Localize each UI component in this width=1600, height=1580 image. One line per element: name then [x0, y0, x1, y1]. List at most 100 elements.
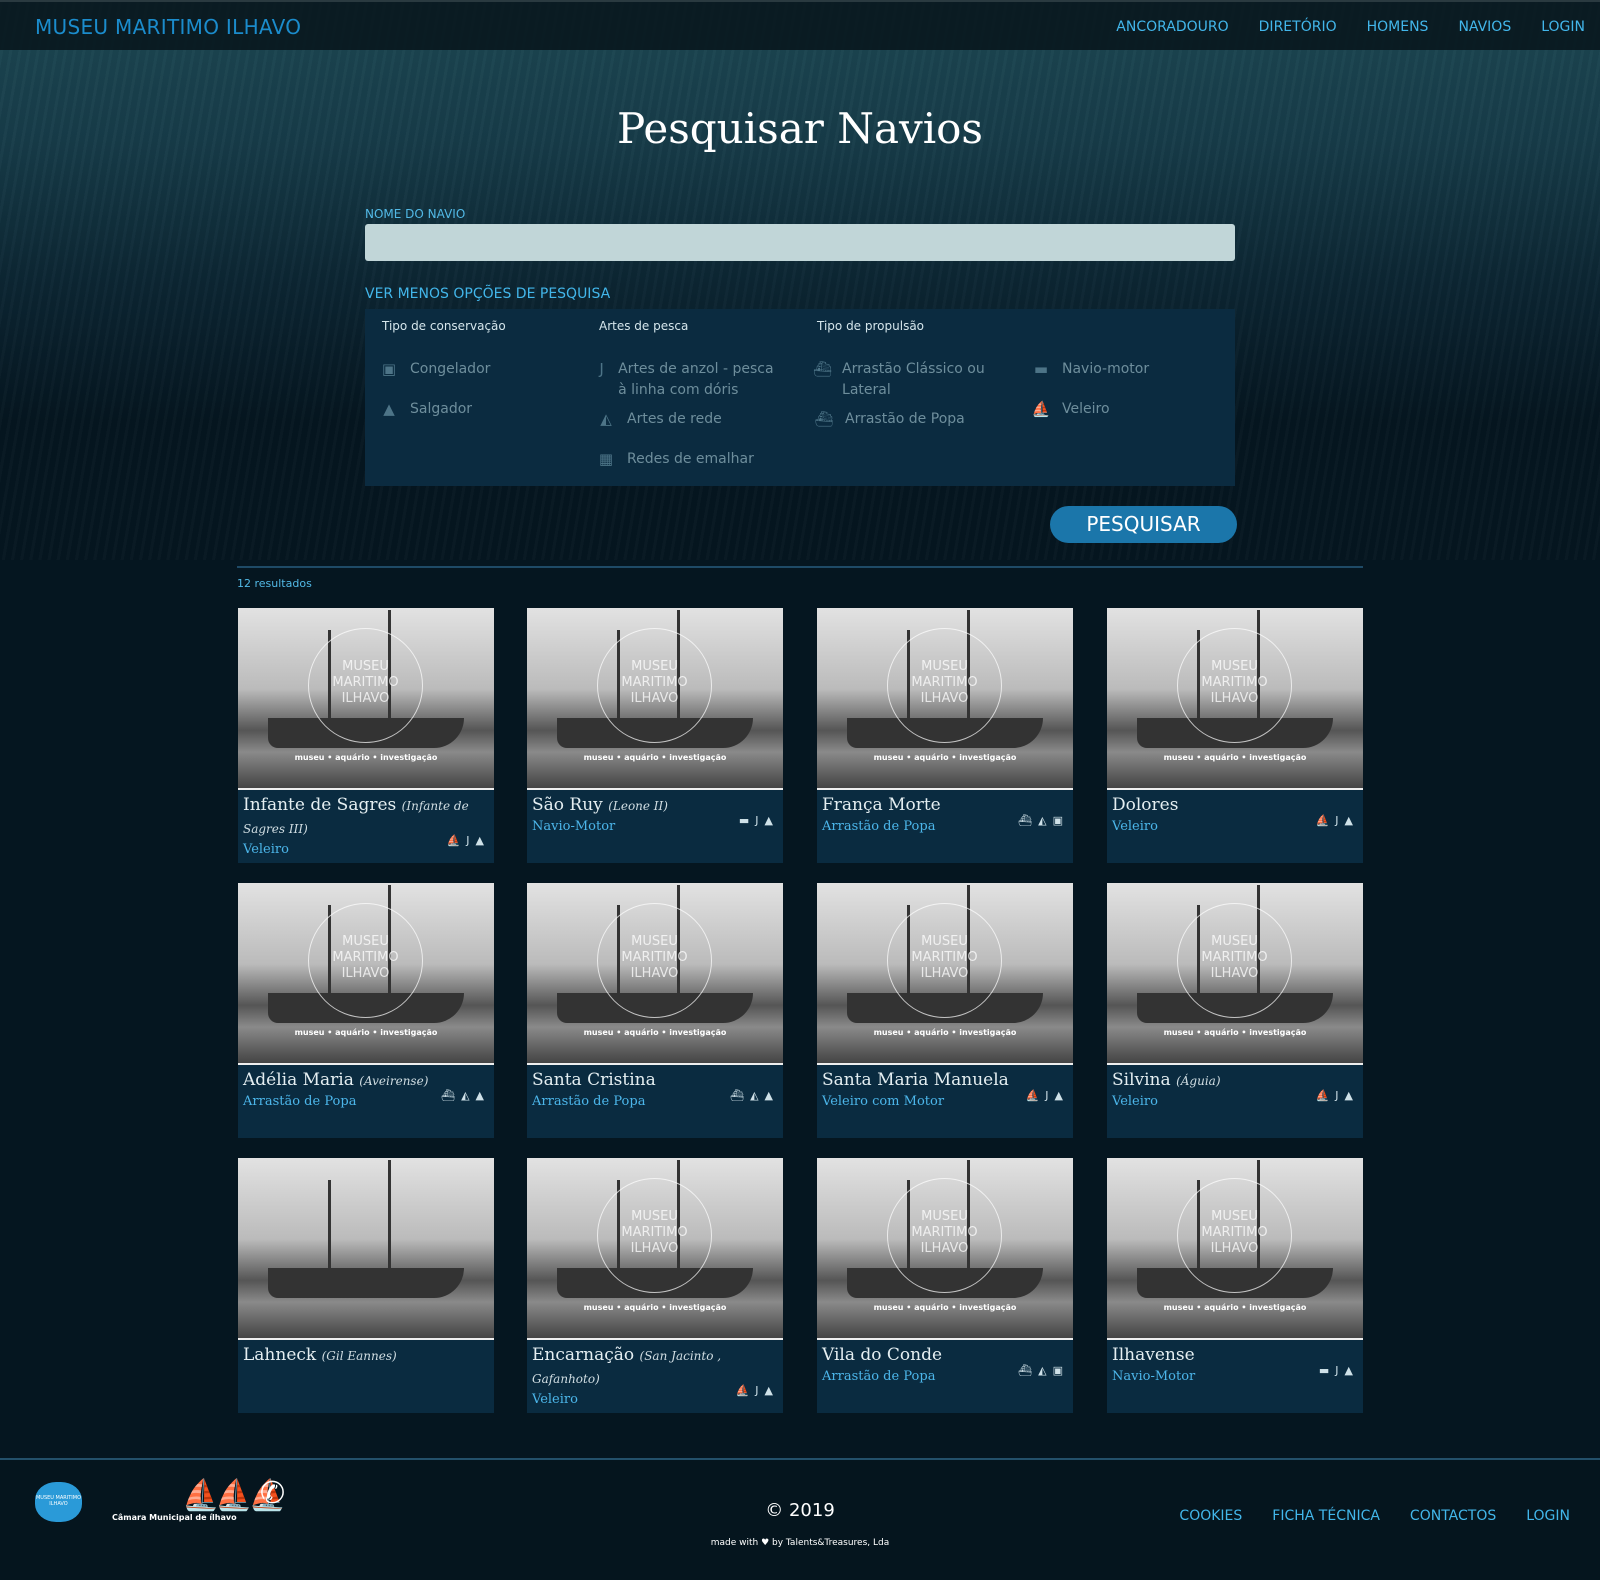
hook-icon: J	[1335, 814, 1345, 827]
ship-card[interactable]: MUSEU MARITIMO ILHAVO museu • aquário • …	[238, 883, 494, 1138]
ship-hull	[268, 1268, 464, 1298]
footer-login[interactable]: LOGIN	[1526, 1508, 1570, 1524]
nav-navios[interactable]: NAVIOS	[1458, 19, 1511, 35]
ship-icons: ▬J▲	[1319, 1364, 1359, 1377]
salt-icon: ▲	[383, 400, 395, 418]
ship-photo	[238, 1158, 494, 1340]
ship-name: Santa Cristina	[532, 1070, 656, 1090]
ship-photo: MUSEU MARITIMO ILHAVO museu • aquário • …	[238, 608, 494, 790]
ship-card[interactable]: MUSEU MARITIMO ILHAVO museu • aquário • …	[817, 883, 1073, 1138]
ship-photo: MUSEU MARITIMO ILHAVO museu • aquário • …	[527, 608, 783, 790]
top-navbar: MUSEU MARITIMO ILHAVO ANCORADOURO DIRETÓ…	[0, 0, 1600, 50]
watermark-caption: museu • aquário • investigação	[873, 1028, 1017, 1037]
freezer-icon: ▣	[1052, 1364, 1069, 1377]
salt-icon: ▲	[1344, 814, 1359, 827]
ship-name: Ilhavense	[1112, 1345, 1195, 1365]
sailboat-icon: ⛵	[735, 1384, 756, 1397]
stern-trawler-icon: ⛴	[1018, 1364, 1039, 1377]
hook-icon: J	[466, 834, 476, 847]
ship-name-input[interactable]	[365, 224, 1235, 261]
gillnet-icon: ▦	[598, 450, 614, 468]
nav-login[interactable]: LOGIN	[1541, 19, 1585, 35]
footer-nav: COOKIES FICHA TÉCNICA CONTACTOS LOGIN	[1179, 1508, 1570, 1524]
sailboat-icon: ⛵	[1315, 814, 1336, 827]
watermark-caption: museu • aquário • investigação	[873, 1303, 1017, 1312]
ship-alias: (Águia)	[1176, 1074, 1221, 1088]
option-congelador[interactable]: ▣ Congelador	[378, 359, 578, 380]
ship-photo: MUSEU MARITIMO ILHAVO museu • aquário • …	[238, 883, 494, 1065]
group-conservacao: Tipo de conservação	[382, 319, 506, 333]
ship-icons: ⛴◭▲	[730, 1089, 779, 1102]
option-rede[interactable]: ◭ Artes de rede	[595, 409, 795, 430]
ship-card[interactable]: MUSEU MARITIMO ILHAVO museu • aquário • …	[817, 608, 1073, 863]
option-veleiro[interactable]: ⛵ Veleiro	[1030, 399, 1230, 420]
brand-logo[interactable]: MUSEU MARITIMO ILHAVO	[35, 15, 301, 39]
nav-diretorio[interactable]: DIRETÓRIO	[1259, 19, 1337, 35]
net-icon: ◭	[1038, 814, 1053, 827]
toggle-search-options[interactable]: VER MENOS OPÇÕES DE PESQUISA	[365, 286, 610, 302]
nav-homens[interactable]: HOMENS	[1367, 19, 1429, 35]
ship-card[interactable]: Lahneck (Gil Eannes)	[238, 1158, 494, 1413]
watermark-caption: museu • aquário • investigação	[1163, 1028, 1307, 1037]
ship-card[interactable]: MUSEU MARITIMO ILHAVO museu • aquário • …	[527, 1158, 783, 1413]
option-salgador[interactable]: ▲ Salgador	[378, 399, 578, 420]
ship-icons: ▬J▲	[739, 814, 779, 827]
ship-icons: ⛵J▲	[1026, 1089, 1069, 1102]
ship-card[interactable]: MUSEU MARITIMO ILHAVO museu • aquário • …	[527, 883, 783, 1138]
ship-name: Dolores	[1112, 795, 1179, 815]
option-arrastao-popa[interactable]: ⛴ Arrastão de Popa	[813, 409, 1013, 430]
ship-card[interactable]: MUSEU MARITIMO ILHAVO museu • aquário • …	[1107, 608, 1363, 863]
option-navio-motor[interactable]: ▬ Navio-motor	[1030, 359, 1230, 380]
watermark-caption: museu • aquário • investigação	[583, 1303, 727, 1312]
ship-alias: (Gil Eannes)	[321, 1349, 397, 1363]
ship-card[interactable]: MUSEU MARITIMO ILHAVO museu • aquário • …	[527, 608, 783, 863]
salt-icon: ▲	[764, 814, 779, 827]
side-trawler-icon: ⛴	[813, 360, 833, 378]
ship-icons: ⛵J▲	[447, 834, 490, 847]
made-by[interactable]: made with ♥ by Talents&Treasures, Lda	[0, 1538, 1600, 1548]
ship-photo: MUSEU MARITIMO ILHAVO museu • aquário • …	[1107, 883, 1363, 1065]
option-emalhar[interactable]: ▦ Redes de emalhar	[595, 449, 795, 470]
ship-name: Adélia Maria	[243, 1070, 354, 1090]
salt-icon: ▲	[1344, 1364, 1359, 1377]
ship-photo: MUSEU MARITIMO ILHAVO museu • aquário • …	[1107, 608, 1363, 790]
watermark: MUSEU MARITIMO ILHAVO	[887, 628, 1002, 743]
ship-card[interactable]: MUSEU MARITIMO ILHAVO museu • aquário • …	[817, 1158, 1073, 1413]
freezer-icon: ▣	[381, 360, 397, 378]
salt-icon: ▲	[1054, 1089, 1069, 1102]
ship-card[interactable]: MUSEU MARITIMO ILHAVO museu • aquário • …	[1107, 1158, 1363, 1413]
stern-trawler-icon: ⛴	[441, 1089, 462, 1102]
ship-alias: (Aveirense)	[359, 1074, 429, 1088]
ship-photo: MUSEU MARITIMO ILHAVO museu • aquário • …	[1107, 1158, 1363, 1340]
watermark-caption: museu • aquário • investigação	[294, 753, 438, 762]
ship-name: Encarnação	[532, 1345, 635, 1365]
watermark: MUSEU MARITIMO ILHAVO	[1177, 628, 1292, 743]
watermark-caption: museu • aquário • investigação	[583, 1028, 727, 1037]
group-artes: Artes de pesca	[599, 319, 689, 333]
ship-name: São Ruy	[532, 795, 603, 815]
ship-icons: ⛴◭▣	[1018, 814, 1069, 827]
net-icon: ◭	[600, 410, 612, 428]
footer-contactos[interactable]: CONTACTOS	[1410, 1508, 1496, 1524]
ship-card[interactable]: MUSEU MARITIMO ILHAVO museu • aquário • …	[238, 608, 494, 863]
watermark-caption: museu • aquário • investigação	[583, 753, 727, 762]
footer-cookies[interactable]: COOKIES	[1179, 1508, 1242, 1524]
watermark: MUSEU MARITIMO ILHAVO	[308, 628, 423, 743]
ship-card[interactable]: MUSEU MARITIMO ILHAVO museu • aquário • …	[1107, 883, 1363, 1138]
salt-icon: ▲	[475, 834, 490, 847]
watermark-caption: museu • aquário • investigação	[1163, 1303, 1307, 1312]
divider	[237, 566, 1363, 568]
results-count: 12 resultados	[237, 577, 312, 590]
ship-icons: ⛴◭▣	[1018, 1364, 1069, 1377]
net-icon: ◭	[461, 1089, 476, 1102]
salt-icon: ▲	[1344, 1089, 1359, 1102]
nav-ancoradouro[interactable]: ANCORADOURO	[1116, 19, 1228, 35]
option-anzol[interactable]: J Artes de anzol - pesca à linha com dóri…	[595, 359, 785, 401]
main-nav: ANCORADOURO DIRETÓRIO HOMENS NAVIOS LOGI…	[1116, 19, 1585, 35]
search-button[interactable]: PESQUISAR	[1050, 506, 1237, 543]
footer-ficha-tecnica[interactable]: FICHA TÉCNICA	[1272, 1508, 1380, 1524]
option-arrastao-classico[interactable]: ⛴ Arrastão Clássico ou Lateral	[813, 359, 998, 401]
ship-name: Lahneck	[243, 1345, 317, 1365]
salt-icon: ▲	[764, 1089, 779, 1102]
watermark-caption: museu • aquário • investigação	[1163, 753, 1307, 762]
